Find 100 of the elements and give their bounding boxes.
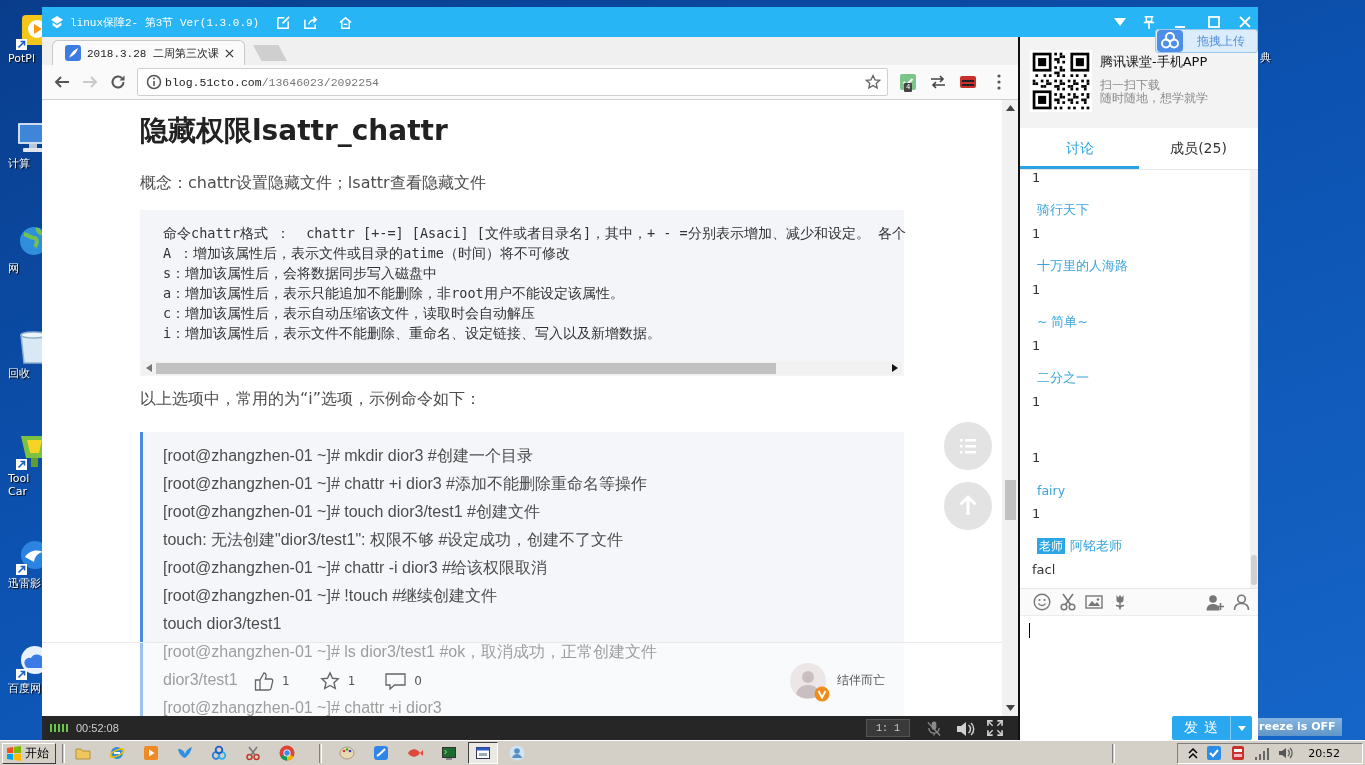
- address-field[interactable]: blog.51cto.com/13646023/2092254: [137, 68, 888, 96]
- pin-icon[interactable]: [1142, 14, 1156, 30]
- edit-icon[interactable]: [276, 14, 292, 30]
- code-line: s：增加该属性后，会将数据同步写入磁盘中: [163, 264, 439, 283]
- desktop-icon-label: 回收: [8, 367, 30, 380]
- upload-button[interactable]: 拖拽上传: [1155, 29, 1258, 53]
- scroll-up-icon[interactable]: [1005, 105, 1015, 111]
- reload-icon[interactable]: [110, 74, 126, 90]
- chevron-up-icon[interactable]: [1188, 747, 1199, 759]
- favorite-count: 1: [347, 673, 356, 688]
- sender-name[interactable]: ~ 简单~: [1037, 313, 1088, 331]
- message-text: 1: [1032, 449, 1042, 467]
- code-line: [root@zhangzhen-01 ~]# chattr +i dior3 #添加不能删除重命名等操作: [163, 474, 647, 494]
- app-tile-icon: [373, 745, 389, 761]
- scrollbar-thumb[interactable]: [1004, 480, 1016, 520]
- code-line: i：增加该属性后，表示文件不能删除、重命名、设定链接、写入以及新增数据。: [163, 324, 663, 343]
- close-icon[interactable]: [225, 48, 234, 58]
- speaker-icon[interactable]: [955, 719, 975, 737]
- smiley-icon[interactable]: [1033, 593, 1051, 611]
- striped-tile-icon[interactable]: [960, 74, 976, 90]
- horizontal-scrollbar[interactable]: [142, 361, 902, 375]
- layers-icon: [50, 15, 64, 29]
- palette-icon: [339, 745, 355, 761]
- tile-icon[interactable]: [1230, 745, 1247, 761]
- flag-icon: [6, 745, 22, 761]
- send-button[interactable]: 发送: [1172, 716, 1230, 740]
- code-line: [root@zhangzhen-01 ~]# touch dior3/test1 #创建文件: [163, 502, 540, 522]
- scrollbar-thumb[interactable]: [1251, 555, 1257, 585]
- sender-name[interactable]: 十万里的人海路: [1037, 257, 1128, 275]
- maximize-icon[interactable]: [1208, 16, 1220, 28]
- desktop-icon-label: Tool Car: [8, 472, 30, 498]
- back-icon[interactable]: [54, 74, 70, 90]
- scissors-icon[interactable]: [245, 745, 261, 761]
- code-line: 命令chattr格式 ： chattr [+-=] [Asaci] [文件或者目录名]，其中，+ - =分别表示增加、减少和设定。 各个: [163, 224, 904, 243]
- scroll-right-icon[interactable]: [892, 364, 898, 372]
- menu-icon[interactable]: [997, 74, 1001, 90]
- sender-name[interactable]: 二分之一: [1037, 369, 1089, 387]
- desktop-icon-label: 典: [1260, 51, 1271, 64]
- browser-tab[interactable]: 2018.3.28 二周第三次课: [52, 40, 245, 65]
- person-icon: [509, 745, 525, 761]
- window-title: linux保障2- 第3节 Ver(1.3.0.9): [70, 15, 260, 30]
- desktop-icon-label: 网: [8, 262, 19, 275]
- avatar-icon[interactable]: [790, 662, 826, 699]
- window-icon: [475, 745, 491, 761]
- image-icon[interactable]: [1085, 594, 1103, 610]
- tricolor-circle-icon[interactable]: [279, 745, 295, 761]
- home-icon[interactable]: [338, 14, 354, 30]
- code-line: [root@zhangzhen-01 ~]# ls dior3/test1 #ok，取消成功，正常创建文件: [163, 642, 658, 662]
- arrows-icon[interactable]: [930, 74, 946, 90]
- message-text: 1: [1032, 225, 1042, 243]
- app-caption: 扫一扫下载: [1100, 79, 1161, 92]
- star-icon[interactable]: [865, 74, 881, 90]
- message-text: 1: [1032, 505, 1042, 523]
- url-text: blog.51cto.com/13646023/2092254: [165, 75, 379, 89]
- clock[interactable]: 20:52: [1308, 746, 1340, 760]
- code-line: c：增加该属性后，表示自动压缩该文件，读取时会自动解压: [163, 304, 537, 323]
- start-button[interactable]: 开始: [2, 742, 56, 764]
- message-text: 1: [1032, 393, 1042, 411]
- message-text: facl: [1032, 561, 1057, 579]
- caret-icon: [1237, 725, 1246, 731]
- star-icon[interactable]: [319, 670, 340, 691]
- person-icon[interactable]: [1233, 593, 1250, 611]
- scroll-down-icon[interactable]: [1005, 705, 1015, 711]
- share-icon[interactable]: [303, 14, 319, 30]
- author-name[interactable]: 结伴而亡: [837, 672, 885, 689]
- aspect-ratio-button[interactable]: 1: 1: [866, 719, 910, 737]
- code-line: touch dior3/test1: [163, 614, 282, 634]
- elapsed-time: 00:52:08: [76, 722, 119, 734]
- globe-icon[interactable]: [109, 745, 125, 761]
- message-text: 1: [1032, 337, 1042, 355]
- terminal-icon: [441, 745, 457, 761]
- vertical-scrollbar[interactable]: [1002, 100, 1018, 716]
- muted-mic-icon[interactable]: [926, 719, 942, 737]
- bird-icon[interactable]: [177, 745, 193, 761]
- vertical-scrollbar[interactable]: [1250, 170, 1258, 588]
- scrollbar-thumb[interactable]: [156, 362, 776, 374]
- scissors-icon[interactable]: [1060, 593, 1076, 611]
- rings-icon[interactable]: [211, 745, 227, 761]
- code-line: a：增加该属性后，表示只能追加不能删除，非root用户不能设定该属性。: [163, 284, 625, 303]
- taskbar-button[interactable]: [468, 742, 498, 764]
- article-title: 隐藏权限lsattr_chattr: [140, 113, 449, 149]
- speaker-icon[interactable]: [1278, 745, 1295, 761]
- signal-icon[interactable]: [1254, 746, 1271, 760]
- sender-name[interactable]: 骑行天下: [1037, 201, 1089, 219]
- code-line: [root@zhangzhen-01 ~]# chattr +i dior3: [163, 698, 442, 716]
- fullscreen-icon[interactable]: [987, 720, 1003, 736]
- send-options-button[interactable]: [1230, 716, 1252, 740]
- info-icon[interactable]: [146, 74, 162, 90]
- code-line: [root@zhangzhen-01 ~]# mkdir dior3 #创建一个目录: [163, 446, 533, 466]
- sender-name[interactable]: fairy: [1037, 482, 1066, 498]
- verified-badge-icon: [814, 685, 830, 702]
- code-line: dior3/test1: [163, 670, 238, 690]
- dropdown-icon[interactable]: [1114, 18, 1126, 26]
- app-caption: 随时随地，想学就学: [1100, 92, 1208, 105]
- check-tile-icon[interactable]: [1206, 745, 1223, 761]
- comment-icon[interactable]: [385, 670, 407, 691]
- scroll-left-icon[interactable]: [146, 364, 152, 372]
- sender-name[interactable]: 阿铭老师: [1070, 537, 1122, 555]
- thumbs-up-icon[interactable]: [254, 670, 274, 691]
- add-person-icon[interactable]: [1206, 593, 1224, 611]
